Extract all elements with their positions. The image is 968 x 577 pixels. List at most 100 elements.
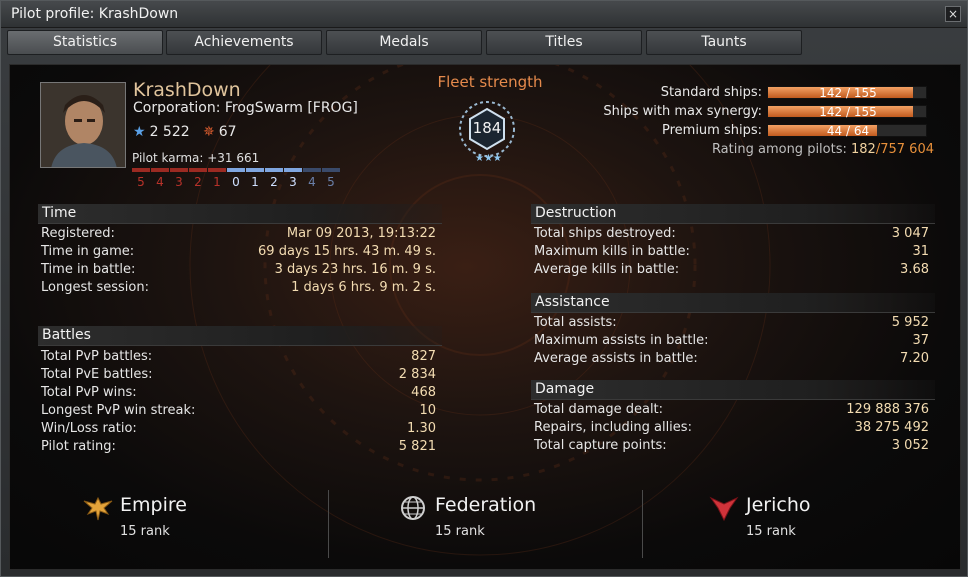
burst-icon: ✵ xyxy=(203,124,215,140)
karma-bar xyxy=(132,168,342,172)
standard-ships-value: 142 / 155 xyxy=(819,86,877,100)
damage-section-header: Damage xyxy=(531,380,935,400)
assistance-section-header: Assistance xyxy=(531,293,935,313)
battles-row: Longest PvP win streak: 10 xyxy=(41,403,436,421)
damage-row: Repairs, including allies: 38 275 492 xyxy=(534,420,929,438)
max-synergy-ships-bar: 142 / 155 xyxy=(767,105,927,119)
pilot-rating-rank: Rating among pilots: 182/757 604 xyxy=(712,142,934,157)
karma-segment xyxy=(227,168,245,172)
time-row: Time in game: 69 days 15 hrs. 43 m. 49 s. xyxy=(41,244,436,262)
destruction-row-value: 3.68 xyxy=(900,262,929,277)
time-row-label: Time in game: xyxy=(41,244,135,259)
battles-row-value: 1.30 xyxy=(407,421,436,436)
damage-row: Total capture points: 3 052 xyxy=(534,438,929,456)
time-row: Time in battle: 3 days 23 hrs. 16 m. 9 s. xyxy=(41,262,436,280)
faction-divider xyxy=(642,490,643,558)
premium-ships-value: 44 / 64 xyxy=(826,124,870,138)
battles-section-header: Battles xyxy=(38,326,442,346)
karma-scale-number: 3 xyxy=(289,175,297,189)
destruction-row: Maximum kills in battle: 31 xyxy=(534,244,929,262)
destruction-row-value: 31 xyxy=(912,244,929,259)
time-row: Longest session: 1 days 6 hrs. 9 m. 2 s. xyxy=(41,280,436,298)
pilot-stat-star: ★ 2 522 xyxy=(133,124,190,140)
pilot-stat-star-value: 2 522 xyxy=(149,124,190,140)
jericho-emblem-icon xyxy=(709,496,739,522)
max-synergy-ships-label: Ships with max synergy: xyxy=(603,104,762,119)
damage-row-value: 129 888 376 xyxy=(846,402,929,417)
svg-text:★★★: ★★★ xyxy=(475,153,502,164)
karma-segment xyxy=(208,168,226,172)
tab-taunts[interactable]: Taunts xyxy=(646,30,802,55)
assistance-row-value: 7.20 xyxy=(900,351,929,366)
karma-segment xyxy=(284,168,302,172)
battles-row-value: 5 821 xyxy=(398,439,436,454)
damage-row: Total damage dealt: 129 888 376 xyxy=(534,402,929,420)
battles-row-label: Pilot rating: xyxy=(41,439,116,454)
empire-eagle-icon xyxy=(83,496,113,521)
karma-scale: 54321012345 xyxy=(132,175,342,189)
karma-segment xyxy=(151,168,169,172)
battles-row: Total PvE battles: 2 834 xyxy=(41,367,436,385)
karma-segment xyxy=(132,168,150,172)
window-title: Pilot profile: KrashDown xyxy=(11,6,179,22)
damage-row-label: Total capture points: xyxy=(534,438,667,453)
karma-scale-number: 1 xyxy=(251,175,259,189)
pilot-karma: Pilot karma: +31 661 xyxy=(132,151,260,165)
assistance-row-label: Maximum assists in battle: xyxy=(534,333,709,348)
destruction-row-label: Total ships destroyed: xyxy=(534,226,676,241)
pilot-corporation: Corporation: FrogSwarm [FROG] xyxy=(133,100,358,116)
fleet-strength-value: 184 xyxy=(472,119,502,137)
assistance-row-label: Average assists in battle: xyxy=(534,351,698,366)
battles-row-value: 10 xyxy=(419,403,436,418)
faction-federation-rank: 15 rank xyxy=(435,524,485,539)
karma-segment xyxy=(265,168,283,172)
standard-ships-bar: 142 / 155 xyxy=(767,86,927,100)
close-icon[interactable]: × xyxy=(945,6,961,22)
karma-scale-number: 1 xyxy=(213,175,221,189)
time-row-label: Registered: xyxy=(41,226,115,241)
battles-row-value: 468 xyxy=(411,385,436,400)
karma-scale-number: 0 xyxy=(232,175,240,189)
statistics-panel: KrashDown Corporation: FrogSwarm [FROG] … xyxy=(9,64,961,570)
pilot-avatar xyxy=(40,82,126,168)
destruction-row-value: 3 047 xyxy=(891,226,929,241)
time-row-value: 3 days 23 hrs. 16 m. 9 s. xyxy=(274,262,436,277)
destruction-row: Average kills in battle: 3.68 xyxy=(534,262,929,280)
battles-row-label: Win/Loss ratio: xyxy=(41,421,137,436)
destruction-row: Total ships destroyed: 3 047 xyxy=(534,226,929,244)
time-row-label: Time in battle: xyxy=(41,262,136,277)
battles-row-value: 827 xyxy=(411,349,436,364)
title-bar[interactable]: Pilot profile: KrashDown × xyxy=(1,1,967,28)
faction-jericho-name: Jericho xyxy=(746,494,811,516)
federation-globe-icon xyxy=(401,496,425,520)
time-row-value: Mar 09 2013, 19:13:22 xyxy=(286,226,436,241)
faction-divider xyxy=(328,490,329,558)
time-row-value: 1 days 6 hrs. 9 m. 2 s. xyxy=(291,280,436,295)
max-synergy-ships-value: 142 / 155 xyxy=(819,105,877,119)
damage-row-value: 3 052 xyxy=(891,438,929,453)
battles-row: Total PvP wins: 468 xyxy=(41,385,436,403)
battles-row: Win/Loss ratio: 1.30 xyxy=(41,421,436,439)
battles-row: Total PvP battles: 827 xyxy=(41,349,436,367)
faction-empire-rank: 15 rank xyxy=(120,524,170,539)
karma-segment xyxy=(246,168,264,172)
faction-empire-name: Empire xyxy=(120,494,187,516)
battles-row-label: Total PvP wins: xyxy=(41,385,137,400)
karma-segment xyxy=(322,168,340,172)
karma-scale-number: 2 xyxy=(270,175,278,189)
damage-row-label: Total damage dealt: xyxy=(534,402,664,417)
tab-medals[interactable]: Medals xyxy=(326,30,482,55)
tab-achievements[interactable]: Achievements xyxy=(166,30,322,55)
fleet-strength-title: Fleet strength xyxy=(437,73,543,91)
standard-ships-label: Standard ships: xyxy=(660,85,762,100)
time-row-label: Longest session: xyxy=(41,280,149,295)
battles-row-label: Longest PvP win streak: xyxy=(41,403,196,418)
karma-segment xyxy=(303,168,321,172)
tab-titles[interactable]: Titles xyxy=(486,30,642,55)
karma-segment xyxy=(170,168,188,172)
rating-rank: 182 xyxy=(851,142,876,157)
tab-statistics[interactable]: Statistics xyxy=(7,30,163,55)
time-section-header: Time xyxy=(38,204,442,224)
assistance-row-value: 5 952 xyxy=(891,315,929,330)
damage-row-value: 38 275 492 xyxy=(854,420,929,435)
